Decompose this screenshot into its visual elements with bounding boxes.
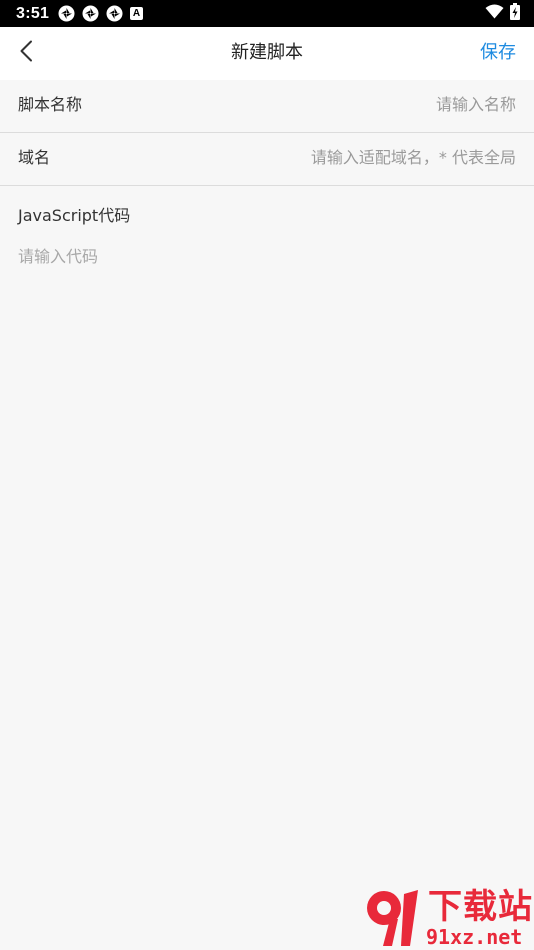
watermark-sub-text: 91xz.net xyxy=(426,925,523,949)
battery-charging-icon xyxy=(510,3,520,24)
javascript-code-label: JavaScript代码 xyxy=(18,206,131,225)
status-time: 3:51 xyxy=(16,5,50,22)
watermark-logo-icon xyxy=(367,890,418,946)
page-title: 新建脚本 xyxy=(231,42,303,63)
javascript-code-input[interactable]: 请输入代码 xyxy=(18,247,516,267)
wifi-icon xyxy=(485,4,504,23)
new-script-screen: 3:51 A 新建脚本 保存 脚本名称 请输入名称 域名 请输入适配域名，* 代… xyxy=(0,0,534,950)
script-name-label: 脚本名称 xyxy=(18,95,83,114)
domain-input[interactable]: 请输入适配域名，* 代表全局 xyxy=(311,148,516,168)
domain-label: 域名 xyxy=(18,148,51,167)
watermark-main-text: 下载站 xyxy=(428,887,533,927)
script-name-row[interactable]: 脚本名称 请输入名称 xyxy=(0,80,534,133)
status-bar: 3:51 A xyxy=(0,0,534,27)
system-icons xyxy=(485,3,520,24)
aperture-icon xyxy=(58,5,75,22)
aperture-icon xyxy=(106,5,123,22)
aperture-icon xyxy=(82,5,99,22)
top-app-bar: 新建脚本 保存 xyxy=(0,27,534,80)
a-badge-letter: A xyxy=(132,8,141,19)
watermark: 下载站 91xz.net xyxy=(362,884,534,950)
a-badge-icon: A xyxy=(130,7,143,20)
script-name-input[interactable]: 请输入名称 xyxy=(436,95,516,115)
save-button[interactable]: 保存 xyxy=(480,42,516,64)
domain-row[interactable]: 域名 请输入适配域名，* 代表全局 xyxy=(0,133,534,186)
notification-icons: A xyxy=(58,5,143,22)
